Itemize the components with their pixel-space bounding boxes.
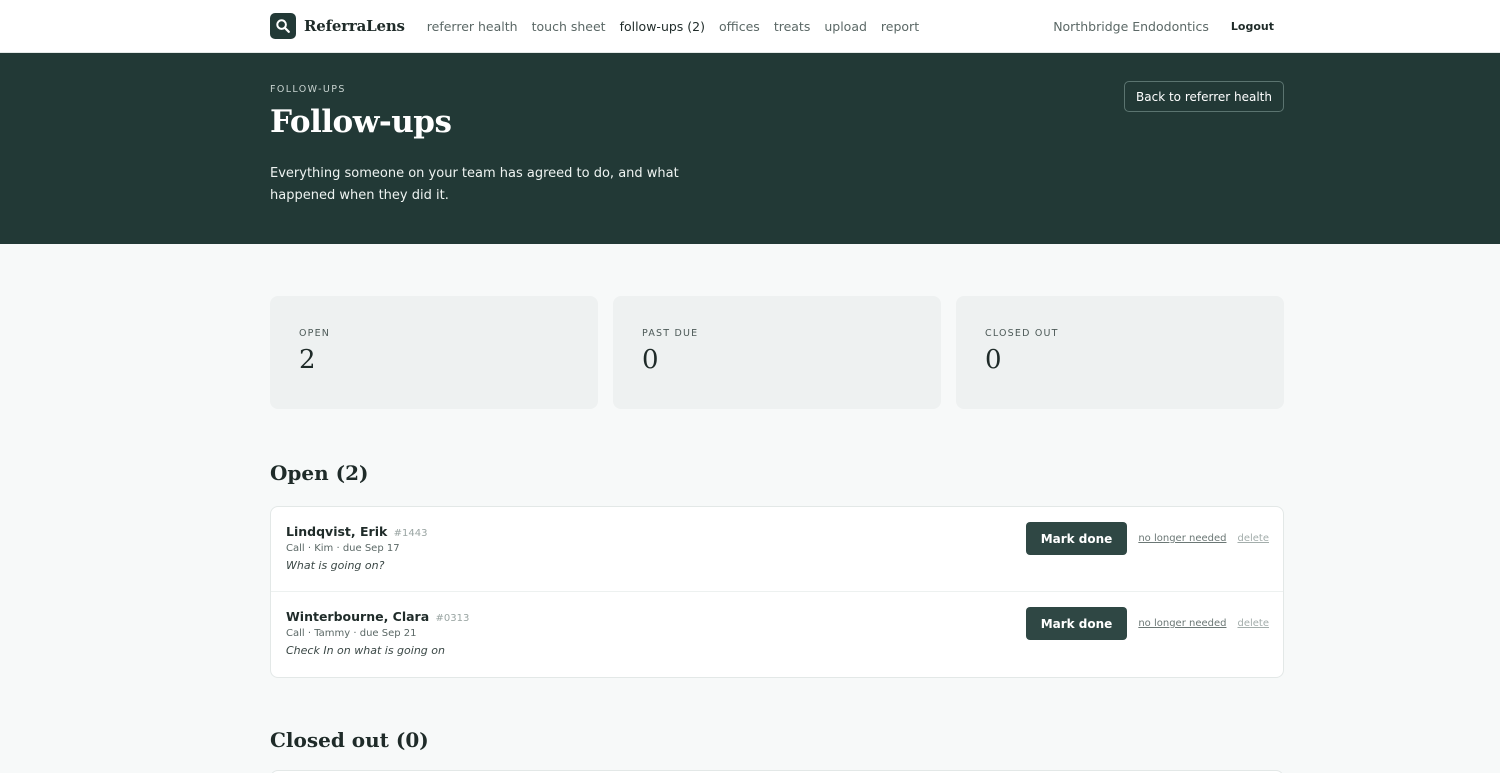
- back-to-referrer-health-button[interactable]: Back to referrer health: [1124, 81, 1284, 112]
- mark-done-button[interactable]: Mark done: [1025, 522, 1128, 555]
- stat-card-past-due: PAST DUE 0: [613, 296, 941, 409]
- nav-referrer-health[interactable]: referrer health: [427, 19, 518, 34]
- stat-value: 0: [985, 345, 1002, 375]
- nav-report[interactable]: report: [881, 19, 919, 34]
- follow-up-note: Check In on what is going on: [286, 644, 445, 657]
- patient-id: #1443: [393, 528, 428, 539]
- logout-button[interactable]: Logout: [1231, 20, 1274, 33]
- mark-done-button[interactable]: Mark done: [1025, 607, 1128, 640]
- stat-value: 2: [299, 345, 316, 375]
- top-nav: ReferraLens referrer health touch sheet …: [0, 0, 1500, 53]
- page-title: Follow-ups: [270, 104, 452, 140]
- row-actions: Mark done no longer needed delete: [1025, 522, 1269, 555]
- stat-label: CLOSED OUT: [985, 328, 1059, 339]
- page-description: Everything someone on your team has agre…: [270, 166, 679, 203]
- stat-label: OPEN: [299, 328, 331, 339]
- patient-id: #0313: [435, 613, 470, 624]
- delete-link[interactable]: delete: [1237, 618, 1269, 629]
- nav-right: Northbridge Endodontics Logout: [1053, 19, 1274, 34]
- stats-row: OPEN 2 PAST DUE 0 CLOSED OUT 0: [270, 296, 1284, 409]
- nav-offices[interactable]: offices: [719, 19, 760, 34]
- row-actions: Mark done no longer needed delete: [1025, 607, 1269, 640]
- nav-follow-ups[interactable]: follow-ups (2): [620, 19, 705, 34]
- open-section-title: Open (2): [270, 461, 369, 485]
- follow-up-note: What is going on?: [286, 559, 385, 572]
- list-item: Lindqvist, Erik #1443 Call · Kim · due S…: [271, 507, 1283, 592]
- nav-treats[interactable]: treats: [774, 19, 811, 34]
- main-nav: referrer health touch sheet follow-ups (…: [427, 19, 919, 34]
- practice-name: Northbridge Endodontics: [1053, 18, 1209, 34]
- page-eyebrow: FOLLOW-UPS: [270, 84, 346, 95]
- app-name: ReferraLens: [304, 17, 405, 35]
- list-item: Winterbourne, Clara #0313 Call · Tammy ·…: [271, 592, 1283, 677]
- closed-section-title: Closed out (0): [270, 728, 429, 752]
- nav-upload[interactable]: upload: [824, 19, 867, 34]
- app-logo[interactable]: ReferraLens: [270, 13, 405, 39]
- patient-name[interactable]: Lindqvist, Erik: [286, 524, 387, 539]
- no-longer-needed-link[interactable]: no longer needed: [1138, 618, 1226, 629]
- open-follow-up-list: Lindqvist, Erik #1443 Call · Kim · due S…: [270, 506, 1284, 678]
- stat-card-closed-out: CLOSED OUT 0: [956, 296, 1284, 409]
- patient-name[interactable]: Winterbourne, Clara: [286, 609, 429, 624]
- delete-link[interactable]: delete: [1237, 533, 1269, 544]
- stat-card-open: OPEN 2: [270, 296, 598, 409]
- magnifier-icon: [270, 13, 296, 39]
- no-longer-needed-link[interactable]: no longer needed: [1138, 533, 1226, 544]
- nav-touch-sheet[interactable]: touch sheet: [532, 19, 606, 34]
- stat-value: 0: [642, 345, 659, 375]
- stat-label: PAST DUE: [642, 328, 699, 339]
- page-hero: FOLLOW-UPS Follow-ups Everything someone…: [0, 53, 1500, 244]
